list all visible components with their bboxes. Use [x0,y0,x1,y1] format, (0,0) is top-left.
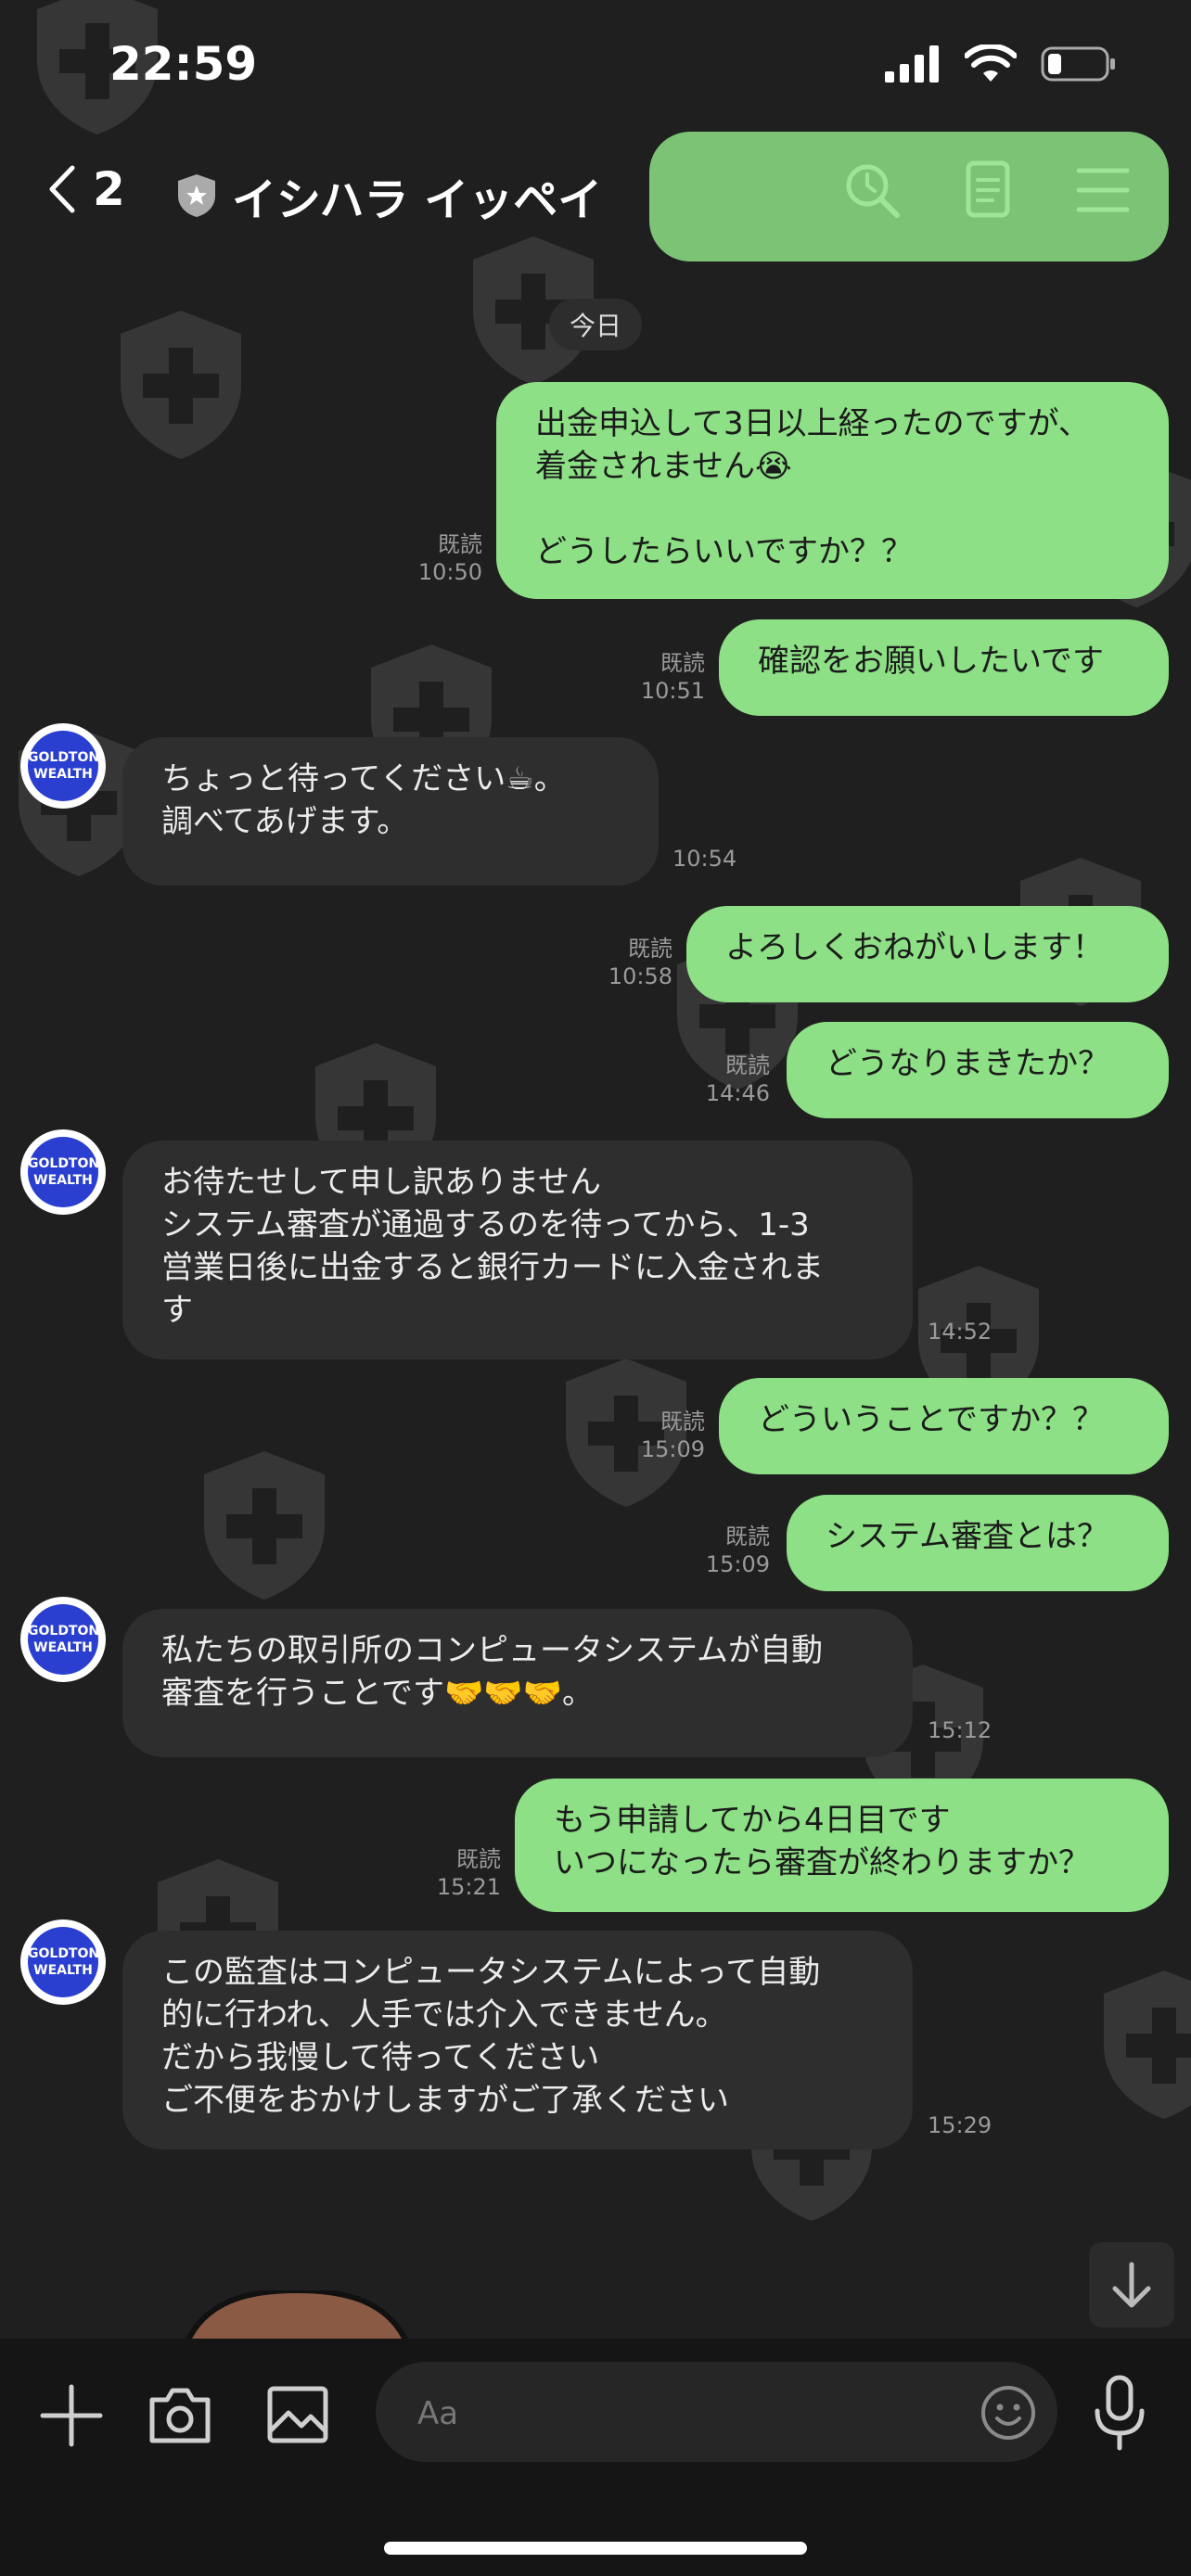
message-line: 出金申込して3日以上経ったのですが、 [535,405,1090,442]
message-time: 10:50 [417,559,482,585]
cellular-signal-icon [885,45,939,83]
message-line: ちょっと待ってください☕。 [161,760,566,797]
message-line: どうしたらいいですか？？ [535,533,913,570]
message-bubble-outgoing[interactable]: どういうことですか？？ [719,1378,1169,1474]
avatar-text: WEALTH [33,1173,93,1188]
message-time: 10:58 [608,963,672,989]
message-time: 14:46 [705,1080,770,1106]
message-meta: 既読 10:50 [390,530,482,586]
message-time: 15:09 [640,1436,705,1462]
read-receipt: 既読 [628,936,672,962]
avatar[interactable]: GOLDTON WEALTH [20,1129,106,1215]
back-button[interactable]: 2 [46,162,125,216]
shield-badge-icon [178,174,215,217]
avatar-text: GOLDTON [28,750,100,765]
message-time: 15:29 [928,2112,992,2138]
message-meta: 既読 14:46 [677,1052,770,1107]
avatar-text: GOLDTON [28,1624,100,1639]
chat-title[interactable]: イシハラ イッペイ [176,163,602,228]
emoji-icon[interactable] [979,2383,1038,2442]
message-bubble-outgoing[interactable]: 確認をお願いしたいです [719,619,1169,716]
message-time: 15:12 [928,1717,992,1743]
date-separator: 今日 [549,299,643,351]
unread-count: 2 [93,162,125,216]
message-time: 15:09 [705,1551,770,1577]
plus-icon[interactable] [37,2381,106,2450]
status-icons [885,45,1117,83]
message-bubble-outgoing[interactable]: よろしくおねがいします！ [686,906,1169,1002]
avatar[interactable]: GOLDTON WEALTH [20,1919,106,2005]
message-line: もう申請してから4日目です [554,1802,951,1839]
message-bubble-incoming[interactable]: ちょっと待ってください☕。 調べてあげます。 [122,737,659,886]
contact-name: イシハラ イッペイ [232,174,603,226]
message-time: 10:51 [640,678,705,704]
shield-watermark-icon [121,311,241,459]
avatar[interactable]: GOLDTON WEALTH [20,723,106,809]
message-line: す [161,1292,193,1329]
read-receipt: 既読 [660,650,705,676]
mic-icon[interactable] [1090,2374,1149,2452]
message-time: 15:21 [436,1874,501,1900]
message-time: 14:52 [928,1319,992,1345]
message-line: どういうことですか？？ [758,1401,1104,1438]
image-icon[interactable] [264,2381,331,2448]
message-line: ご不便をおかけしますがご了承ください [161,2082,729,2119]
wifi-icon [965,45,1017,82]
message-bubble-outgoing[interactable]: システム審査とは？ [787,1495,1169,1591]
message-line: 確認をお願いしたいです [758,643,1104,680]
previous-message-bubble [649,132,1169,261]
read-receipt: 既読 [438,531,482,557]
read-receipt: 既読 [725,1524,770,1549]
message-line: 私たちの取引所のコンピュータシステムが自動 [161,1632,823,1669]
message-bubble-incoming[interactable]: お待たせして申し訳ありません システム審査が通過するのを待ってから、1-3 営業… [122,1141,913,1359]
message-input-placeholder: Aa [417,2395,459,2432]
message-time: 10:54 [672,846,737,872]
avatar-text: GOLDTON [28,1156,100,1171]
message-line: お待たせして申し訳ありません [161,1164,601,1201]
message-meta: 既読 15:21 [408,1845,501,1901]
avatar-text: WEALTH [33,767,93,782]
message-meta: 既読 10:51 [612,649,705,705]
message-bubble-outgoing[interactable]: どうなりまきたか？ [787,1022,1169,1118]
back-chevron-icon [49,165,75,213]
avatar-text: GOLDTON [28,1946,100,1961]
battery-icon [1041,46,1115,82]
read-receipt: 既読 [660,1409,705,1435]
message-line: どうなりまきたか？ [826,1045,1109,1082]
scroll-down-icon [1112,2262,1151,2308]
message-line: 着金されません😭 [535,448,792,485]
message-line: 審査を行うことです🤝🤝🤝。 [161,1675,594,1712]
home-indicator [384,2542,807,2555]
message-line: 営業日後に出金すると銀行カードに入金されま [161,1249,824,1286]
status-time: 22:59 [109,37,258,91]
message-meta: 既読 15:09 [612,1408,705,1463]
message-line: システム審査とは？ [826,1518,1108,1555]
camera-icon[interactable] [147,2381,213,2448]
message-bubble-outgoing[interactable]: もう申請してから4日目です いつになったら審査が終わりますか？ [515,1779,1169,1912]
message-line: だから我慢して待ってください [161,2039,600,2076]
message-line: この監査はコンピュータシステムによって自動 [161,1954,821,1991]
avatar-text: WEALTH [33,1963,93,1978]
read-receipt: 既読 [456,1846,501,1872]
message-bubble-incoming[interactable]: この監査はコンピュータシステムによって自動 的に行われ、人手では介入できません。… [122,1931,913,2149]
message-meta: 既読 10:58 [580,935,672,990]
message-line: よろしくおねがいします！ [725,929,1104,966]
scroll-to-bottom-button[interactable] [1089,2242,1174,2327]
avatar[interactable]: GOLDTON WEALTH [20,1597,106,1682]
message-meta: 既読 15:09 [677,1523,770,1578]
sticker-preview [186,2290,408,2346]
message-bubble-outgoing[interactable]: 出金申込して3日以上経ったのですが、 着金されません😭 どうしたらいいですか？？ [496,382,1169,599]
message-line: 調べてあげます。 [161,803,409,840]
avatar-text: WEALTH [33,1640,93,1655]
message-line: システム審査が通過するのを待ってから、1-3 [161,1206,810,1243]
message-line: 的に行われ、人手では介入できません。 [161,1996,727,2034]
message-input[interactable] [376,2362,1057,2462]
shield-watermark-icon [204,1451,325,1600]
read-receipt: 既読 [725,1052,770,1078]
shield-watermark-icon [1104,1970,1191,2119]
message-line: いつになったら審査が終わりますか？ [554,1844,1090,1881]
message-bubble-incoming[interactable]: 私たちの取引所のコンピュータシステムが自動 審査を行うことです🤝🤝🤝。 [122,1609,913,1757]
